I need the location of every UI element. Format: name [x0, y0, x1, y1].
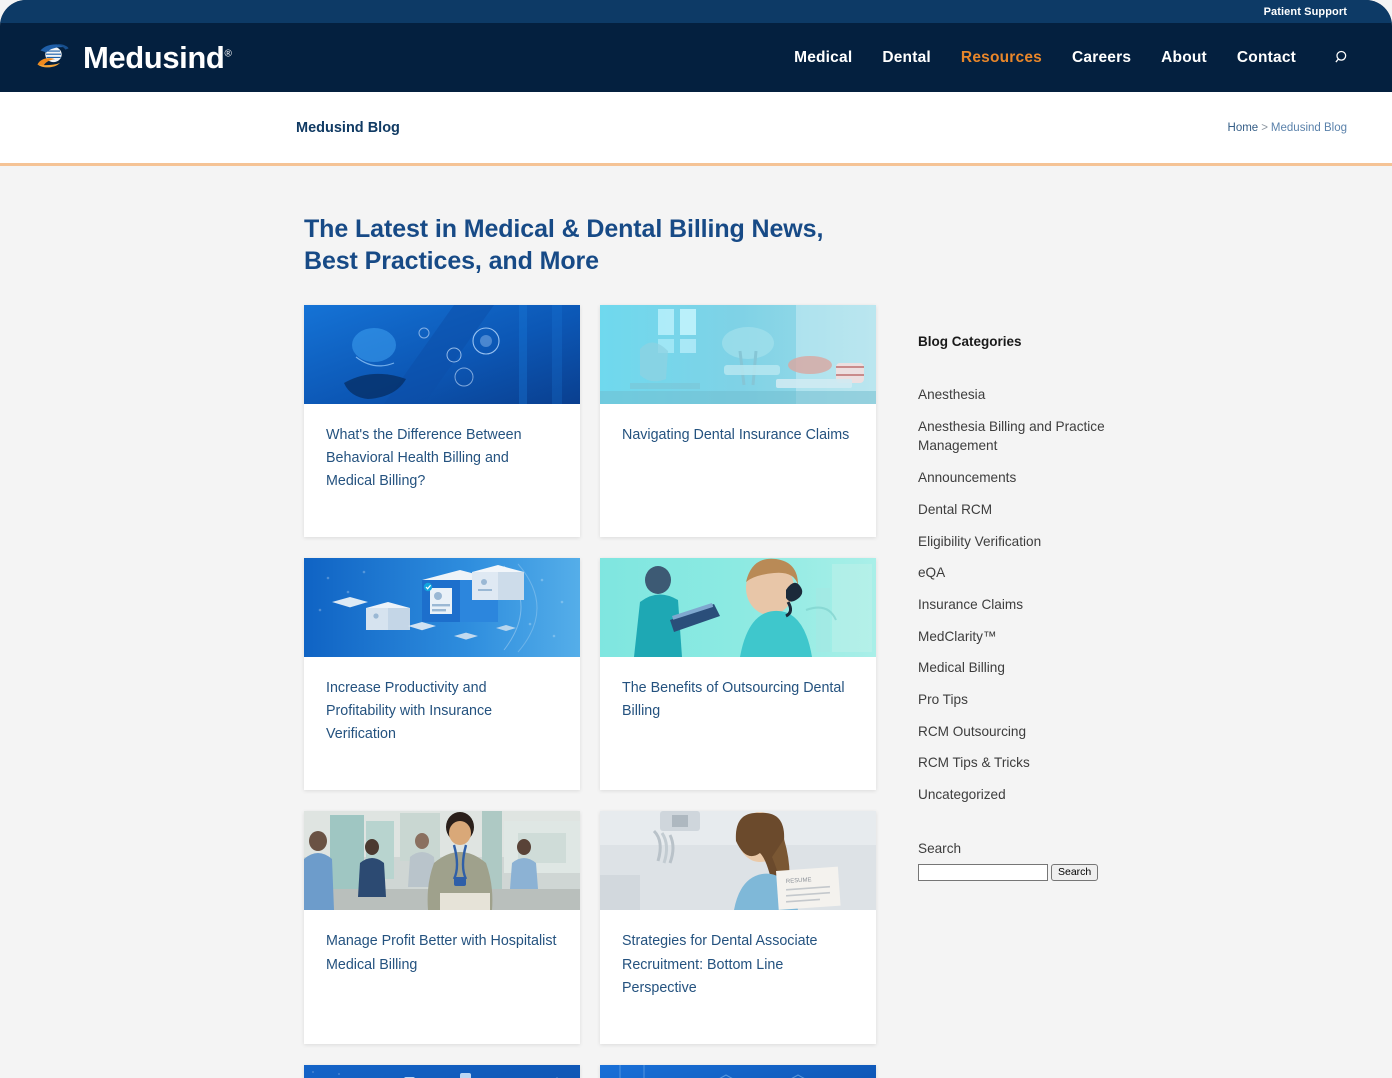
blog-card[interactable]: The Benefits of Outsourcing Dental Billi…	[600, 557, 876, 791]
blog-card-title: What's the Difference Between Behavioral…	[326, 426, 522, 489]
content-area: The Latest in Medical & Dental Billing N…	[0, 166, 1392, 1078]
medusind-swoosh-logo-icon	[37, 43, 69, 67]
category-link-anesthesia-billing-and-practice-management[interactable]: Anesthesia Billing and Practice Manageme…	[918, 417, 1113, 456]
isometric-insurance-verification-screens-image	[304, 557, 580, 657]
search-input[interactable]	[918, 863, 1048, 881]
category-link-uncategorized[interactable]: Uncategorized	[918, 785, 1006, 805]
list-item: Anesthesia	[918, 385, 1210, 405]
blog-card-title: The Benefits of Outsourcing Dental Billi…	[622, 679, 845, 720]
dental-associate-with-resume-image: RESUME	[600, 811, 876, 911]
list-item: Pro Tips	[918, 690, 1210, 710]
nav-item-about[interactable]: About	[1161, 49, 1207, 67]
category-link-announcements[interactable]: Announcements	[918, 468, 1016, 488]
hospital-corridor-nurse-image	[304, 811, 580, 911]
blog-card-grid: What's the Difference Between Behavioral…	[304, 304, 876, 1078]
brand-logo[interactable]: Medusind®	[34, 40, 232, 75]
blog-card[interactable]: Crisis of Critically-Injured Billing in	[600, 1064, 876, 1078]
nav-item-contact[interactable]: Contact	[1237, 49, 1296, 67]
category-link-rcm-tips-and-tricks[interactable]: RCM Tips & Tricks	[918, 753, 1030, 773]
primary-nav: Medical Dental Resources Careers About C…	[794, 48, 1352, 68]
breadcrumb: Home > Medusind Blog	[1228, 122, 1347, 134]
blog-card-title: Navigating Dental Insurance Claims	[622, 426, 850, 443]
category-link-medical-billing[interactable]: Medical Billing	[918, 658, 1005, 678]
search-submit-button[interactable]: Search	[1051, 863, 1099, 881]
main-navbar: Medusind® Medical Dental Resources Caree…	[0, 23, 1392, 92]
blog-card[interactable]: Manage Profit Better with Hospitalist Me…	[304, 811, 580, 1044]
blog-card-title: Manage Profit Better with Hospitalist Me…	[326, 933, 557, 973]
search-icon[interactable]	[1332, 48, 1352, 68]
category-link-eqa[interactable]: eQA	[918, 563, 945, 583]
blog-card[interactable]: What's the Difference Between Behavioral…	[304, 304, 580, 537]
sidebar-heading: Blog Categories	[918, 334, 1022, 349]
utility-top-bar: Patient Support	[0, 0, 1392, 23]
category-link-rcm-outsourcing[interactable]: RCM Outsourcing	[918, 722, 1026, 742]
list-item: Insurance Claims	[918, 595, 1210, 615]
blog-card-title: Increase Productivity and Profitability …	[326, 679, 493, 743]
blog-card[interactable]: Navigating Dental Insurance Claims	[600, 304, 876, 537]
brand-name: Medusind®	[83, 40, 232, 75]
blog-card[interactable]: RESUME Strategies for Dental Associate R…	[600, 811, 876, 1044]
blog-card[interactable]: Treatments Insurance Cost Dental Plans I…	[304, 1064, 580, 1078]
breadcrumb-current[interactable]: Medusind Blog	[1271, 122, 1347, 134]
category-link-anesthesia[interactable]: Anesthesia	[918, 385, 985, 405]
nav-item-careers[interactable]: Careers	[1072, 49, 1131, 67]
patient-support-link[interactable]: Patient Support	[1264, 6, 1347, 18]
doctor-holding-brain-hologram-image	[304, 304, 580, 404]
list-item: Medical Billing	[918, 658, 1210, 678]
blog-main-column: The Latest in Medical & Dental Billing N…	[0, 166, 910, 1078]
medical-hexagon-icon-pattern-image	[600, 1064, 876, 1078]
brand-trademark: ®	[224, 48, 232, 60]
breadcrumb-bar: Medusind Blog Home > Medusind Blog	[0, 92, 1392, 166]
breadcrumb-separator: >	[1261, 121, 1268, 134]
category-link-eligibility-verification[interactable]: Eligibility Verification	[918, 532, 1041, 552]
list-item: RCM Tips & Tricks	[918, 753, 1210, 773]
list-item: Dental RCM	[918, 500, 1210, 520]
list-item: Eligibility Verification	[918, 532, 1210, 552]
list-item: MedClarity™	[918, 627, 1210, 647]
sidebar-search-widget: Search Search	[918, 841, 1210, 881]
category-link-pro-tips[interactable]: Pro Tips	[918, 690, 968, 710]
breadcrumb-home-link[interactable]: Home	[1228, 122, 1259, 134]
list-item: Uncategorized	[918, 785, 1210, 805]
list-item: Announcements	[918, 468, 1210, 488]
category-link-insurance-claims[interactable]: Insurance Claims	[918, 595, 1023, 615]
list-item: Anesthesia Billing and Practice Manageme…	[918, 417, 1210, 456]
blog-categories-list: Anesthesia Anesthesia Billing and Practi…	[918, 385, 1210, 805]
page-root: Patient Support Medusind® Medical Dental…	[0, 0, 1392, 1078]
page-title: Medusind Blog	[296, 119, 400, 136]
page-heading: The Latest in Medical & Dental Billing N…	[304, 215, 824, 275]
nav-item-dental[interactable]: Dental	[882, 49, 931, 67]
category-link-dental-rcm[interactable]: Dental RCM	[918, 500, 992, 520]
blog-card[interactable]: Increase Productivity and Profitability …	[304, 557, 580, 791]
dental-revenue-icon-diagram-image: Treatments Insurance Cost Dental Plans I…	[304, 1064, 580, 1078]
dental-staff-on-phone-and-laptop-image	[600, 557, 876, 657]
list-item: eQA	[918, 563, 1210, 583]
list-item: RCM Outsourcing	[918, 722, 1210, 742]
blog-sidebar: Blog Categories Anesthesia Anesthesia Bi…	[910, 166, 1210, 1075]
dental-office-desk-paperwork-image	[600, 304, 876, 404]
site-header: Patient Support Medusind® Medical Dental…	[0, 0, 1392, 92]
blog-card-title: Strategies for Dental Associate Recruitm…	[622, 933, 818, 996]
search-label: Search	[918, 840, 962, 856]
nav-item-resources[interactable]: Resources	[961, 49, 1042, 67]
nav-item-medical[interactable]: Medical	[794, 49, 852, 67]
category-link-medclarity[interactable]: MedClarity™	[918, 627, 997, 647]
